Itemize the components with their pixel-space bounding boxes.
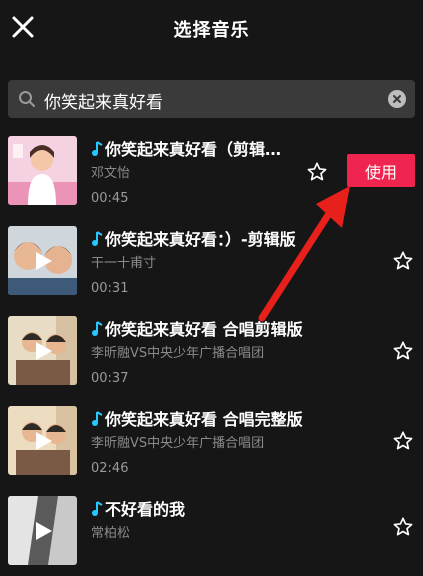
song-title: 你笑起来真好看 合唱完整版 xyxy=(91,406,303,430)
star-icon xyxy=(393,341,413,360)
star-icon xyxy=(307,162,327,181)
favorite-button[interactable] xyxy=(392,250,414,272)
clear-search-button[interactable] xyxy=(388,90,406,108)
song-artist: 干一十甫寸 xyxy=(91,256,157,271)
song-duration: 00:45 xyxy=(91,191,129,206)
song-title-text: 你笑起来真好看（剪辑… xyxy=(105,140,282,159)
song-artist: 李昕融VS中央少年广播合唱团 xyxy=(91,436,265,451)
star-icon xyxy=(393,251,413,270)
top-bar: 选择音乐 xyxy=(0,0,423,60)
play-icon xyxy=(36,342,52,360)
music-note-icon xyxy=(92,141,103,156)
song-title: 你笑起来真好看（剪辑… xyxy=(91,136,281,160)
song-title-text: 不好看的我 xyxy=(105,500,186,519)
favorite-button[interactable] xyxy=(392,516,414,538)
music-note-icon xyxy=(92,321,103,336)
song-artist: 常柏松 xyxy=(91,526,131,541)
favorite-button[interactable] xyxy=(392,340,414,362)
song-title-text: 你笑起来真好看 合唱剪辑版 xyxy=(105,320,303,339)
use-button[interactable]: 使用 xyxy=(347,154,415,187)
search-bar[interactable] xyxy=(8,80,415,120)
song-artist: 邓文怡 xyxy=(91,166,131,181)
page-title: 选择音乐 xyxy=(173,20,250,41)
song-duration: 00:31 xyxy=(91,281,129,296)
song-title-text: 你笑起来真好看 合唱完整版 xyxy=(105,410,303,429)
play-icon xyxy=(36,252,52,270)
album-cover xyxy=(8,406,77,475)
album-cover xyxy=(8,496,77,565)
song-title: 不好看的我 xyxy=(91,496,185,520)
favorite-button[interactable] xyxy=(306,161,328,183)
clear-icon xyxy=(393,95,401,103)
star-icon xyxy=(393,517,413,536)
song-item[interactable]: 你笑起来真好看：）-剪辑版 干一十甫寸 00:31 xyxy=(0,216,423,306)
song-title-text: 你笑起来真好看：）-剪辑版 xyxy=(105,230,296,249)
album-cover xyxy=(8,316,77,385)
album-cover xyxy=(8,136,77,205)
album-cover xyxy=(8,226,77,295)
favorite-button[interactable] xyxy=(392,430,414,452)
song-item[interactable]: 不好看的我 常柏松 xyxy=(0,486,423,576)
song-artist: 李昕融VS中央少年广播合唱团 xyxy=(91,346,265,361)
song-item[interactable]: 你笑起来真好看 合唱剪辑版 李昕融VS中央少年广播合唱团 00:37 xyxy=(0,306,423,396)
song-title: 你笑起来真好看：）-剪辑版 xyxy=(91,226,296,250)
song-title: 你笑起来真好看 合唱剪辑版 xyxy=(91,316,303,340)
search-input[interactable] xyxy=(42,80,386,120)
song-item[interactable]: 你笑起来真好看（剪辑… 邓文怡 00:45 使用 xyxy=(0,126,423,216)
play-icon xyxy=(36,522,52,540)
music-note-icon xyxy=(92,411,103,426)
play-icon xyxy=(36,432,52,450)
music-note-icon xyxy=(92,501,103,516)
music-note-icon xyxy=(92,231,103,246)
search-icon xyxy=(19,91,35,107)
song-duration: 00:37 xyxy=(91,371,129,386)
song-item[interactable]: 你笑起来真好看 合唱完整版 李昕融VS中央少年广播合唱团 02:46 xyxy=(0,396,423,486)
star-icon xyxy=(393,431,413,450)
song-duration: 02:46 xyxy=(91,461,129,476)
